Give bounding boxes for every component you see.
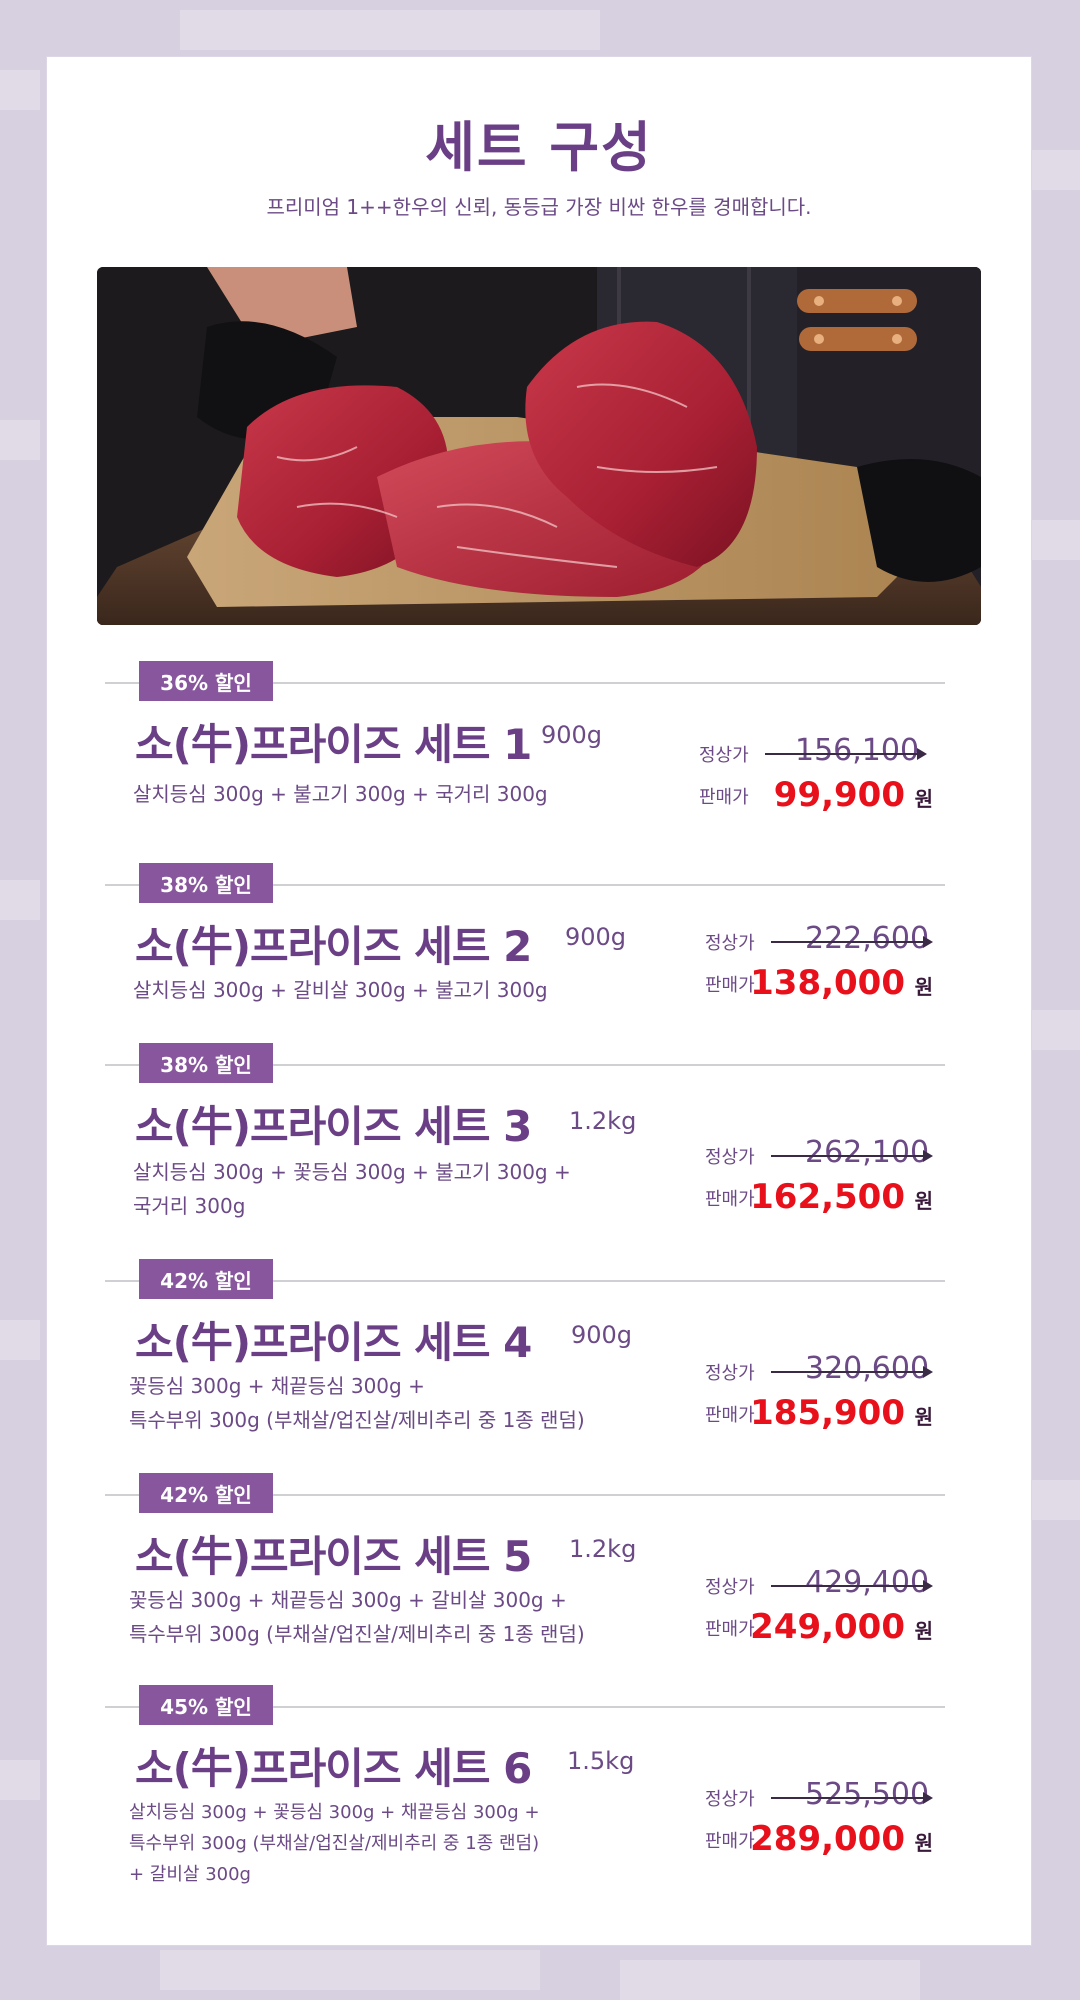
strikethrough-arrow-icon xyxy=(771,1792,933,1804)
desc-line: + 갈비살 300g xyxy=(129,1864,251,1885)
sale-price: 249,000 xyxy=(750,1607,905,1647)
set-item-3: 38% 할인 소(牛)프라이즈 세트 3 1.2kg 살치등심 300g + 꽃… xyxy=(105,1043,945,1223)
desc-line: 특수부위 300g (부채살/업진살/제비추리 중 1종 랜덤) xyxy=(129,1408,585,1432)
set-name: 소(牛)프라이즈 세트 1 xyxy=(135,720,532,769)
desc-line: 살치등심 300g + 꽃등심 300g + 불고기 300g + xyxy=(133,1160,571,1184)
sale-price: 138,000 xyxy=(750,963,905,1003)
sale-price: 289,000 xyxy=(750,1819,905,1859)
content-card: 세트 구성 프리미엄 1++한우의 신뢰, 동등급 가장 비싼 한우를 경매합니… xyxy=(46,56,1032,1946)
regular-price: 222,600 xyxy=(805,921,930,956)
regular-price: 320,600 xyxy=(805,1351,930,1386)
discount-badge: 42% 할인 xyxy=(139,1259,273,1299)
strikethrough-arrow-icon xyxy=(771,936,933,948)
hanwoo-meat-illustration xyxy=(97,267,981,625)
set-item-5: 42% 할인 소(牛)프라이즈 세트 5 1.2kg 꽃등심 300g + 채끝… xyxy=(105,1473,945,1653)
currency-unit: 원 xyxy=(914,1189,933,1213)
set-item-2: 38% 할인 소(牛)프라이즈 세트 2 900g 살치등심 300g + 갈비… xyxy=(105,863,945,1043)
desc-line: 특수부위 300g (부채살/업진살/제비추리 중 1종 랜덤) xyxy=(129,1833,540,1854)
set-description: 꽃등심 300g + 채끝등심 300g + 특수부위 300g (부채살/업진… xyxy=(129,1369,669,1437)
set-item-1: 36% 할인 소(牛)프라이즈 세트 1 900g 살치등심 300g + 불고… xyxy=(105,661,945,841)
regular-price-label: 정상가 xyxy=(705,1577,755,1598)
regular-price: 262,100 xyxy=(805,1135,930,1170)
discount-badge: 45% 할인 xyxy=(139,1685,273,1725)
set-name: 소(牛)프라이즈 세트 4 xyxy=(135,1318,532,1367)
set-item-6: 45% 할인 소(牛)프라이즈 세트 6 1.5kg 살치등심 300g + 꽃… xyxy=(105,1685,945,1915)
strikethrough-arrow-icon xyxy=(771,1366,933,1378)
discount-badge: 38% 할인 xyxy=(139,1043,273,1083)
strikethrough-arrow-icon xyxy=(765,748,927,760)
set-name: 소(牛)프라이즈 세트 2 xyxy=(135,922,532,971)
set-description: 꽃등심 300g + 채끝등심 300g + 갈비살 300g + 특수부위 3… xyxy=(129,1583,669,1651)
sale-price-label: 판매가 xyxy=(705,1405,755,1426)
sale-price-label: 판매가 xyxy=(705,1831,755,1852)
desc-line: 꽃등심 300g + 채끝등심 300g + xyxy=(129,1374,425,1398)
desc-line: 살치등심 300g + 불고기 300g + 국거리 300g xyxy=(133,782,548,806)
set-description: 살치등심 300g + 꽃등심 300g + 불고기 300g + 국거리 30… xyxy=(133,1155,633,1223)
set-name: 소(牛)프라이즈 세트 5 xyxy=(135,1532,532,1581)
set-weight: 1.2kg xyxy=(569,1535,637,1563)
set-name: 소(牛)프라이즈 세트 3 xyxy=(135,1102,532,1151)
set-weight: 900g xyxy=(565,923,627,951)
regular-price-label: 정상가 xyxy=(699,745,749,766)
discount-badge: 42% 할인 xyxy=(139,1473,273,1513)
page-title: 세트 구성 xyxy=(425,116,653,179)
discount-badge: 36% 할인 xyxy=(139,661,273,701)
regular-price: 156,100 xyxy=(795,733,920,768)
desc-line: 국거리 300g xyxy=(133,1194,246,1218)
desc-line: 꽃등심 300g + 채끝등심 300g + 갈비살 300g + xyxy=(129,1588,567,1612)
sale-price-label: 판매가 xyxy=(705,1619,755,1640)
regular-price-label: 정상가 xyxy=(705,1147,755,1168)
regular-price: 429,400 xyxy=(805,1565,930,1600)
set-description: 살치등심 300g + 꽃등심 300g + 채끝등심 300g + 특수부위 … xyxy=(129,1797,689,1890)
sale-price-label: 판매가 xyxy=(705,1189,755,1210)
sale-price-label: 판매가 xyxy=(699,787,749,808)
sale-price: 185,900 xyxy=(750,1393,905,1433)
set-weight: 900g xyxy=(571,1321,633,1349)
regular-price: 525,500 xyxy=(805,1777,930,1812)
hero-meat-photo xyxy=(97,267,981,625)
set-description: 살치등심 300g + 불고기 300g + 국거리 300g xyxy=(133,777,633,811)
sale-price-label: 판매가 xyxy=(705,975,755,996)
discount-badge: 38% 할인 xyxy=(139,863,273,903)
regular-price-label: 정상가 xyxy=(705,1363,755,1384)
page-subtitle: 프리미엄 1++한우의 신뢰, 동등급 가장 비싼 한우를 경매합니다. xyxy=(266,195,812,219)
strikethrough-arrow-icon xyxy=(771,1580,933,1592)
desc-line: 살치등심 300g + 갈비살 300g + 불고기 300g xyxy=(133,978,548,1002)
currency-unit: 원 xyxy=(914,1405,933,1429)
sale-price: 99,900 xyxy=(773,775,905,815)
strikethrough-arrow-icon xyxy=(771,1150,933,1162)
desc-line: 살치등심 300g + 꽃등심 300g + 채끝등심 300g + xyxy=(129,1802,540,1823)
desc-line: 특수부위 300g (부채살/업진살/제비추리 중 1종 랜덤) xyxy=(129,1622,585,1646)
set-item-4: 42% 할인 소(牛)프라이즈 세트 4 900g 꽃등심 300g + 채끝등… xyxy=(105,1259,945,1439)
currency-unit: 원 xyxy=(914,975,933,999)
sale-price: 162,500 xyxy=(750,1177,905,1217)
currency-unit: 원 xyxy=(914,787,933,811)
currency-unit: 원 xyxy=(914,1619,933,1643)
regular-price-label: 정상가 xyxy=(705,1789,755,1810)
set-description: 살치등심 300g + 갈비살 300g + 불고기 300g xyxy=(133,973,633,1007)
regular-price-label: 정상가 xyxy=(705,933,755,954)
set-name: 소(牛)프라이즈 세트 6 xyxy=(135,1744,532,1793)
set-weight: 900g xyxy=(541,721,603,749)
currency-unit: 원 xyxy=(914,1831,933,1855)
set-weight: 1.2kg xyxy=(569,1107,637,1135)
set-weight: 1.5kg xyxy=(567,1747,635,1775)
